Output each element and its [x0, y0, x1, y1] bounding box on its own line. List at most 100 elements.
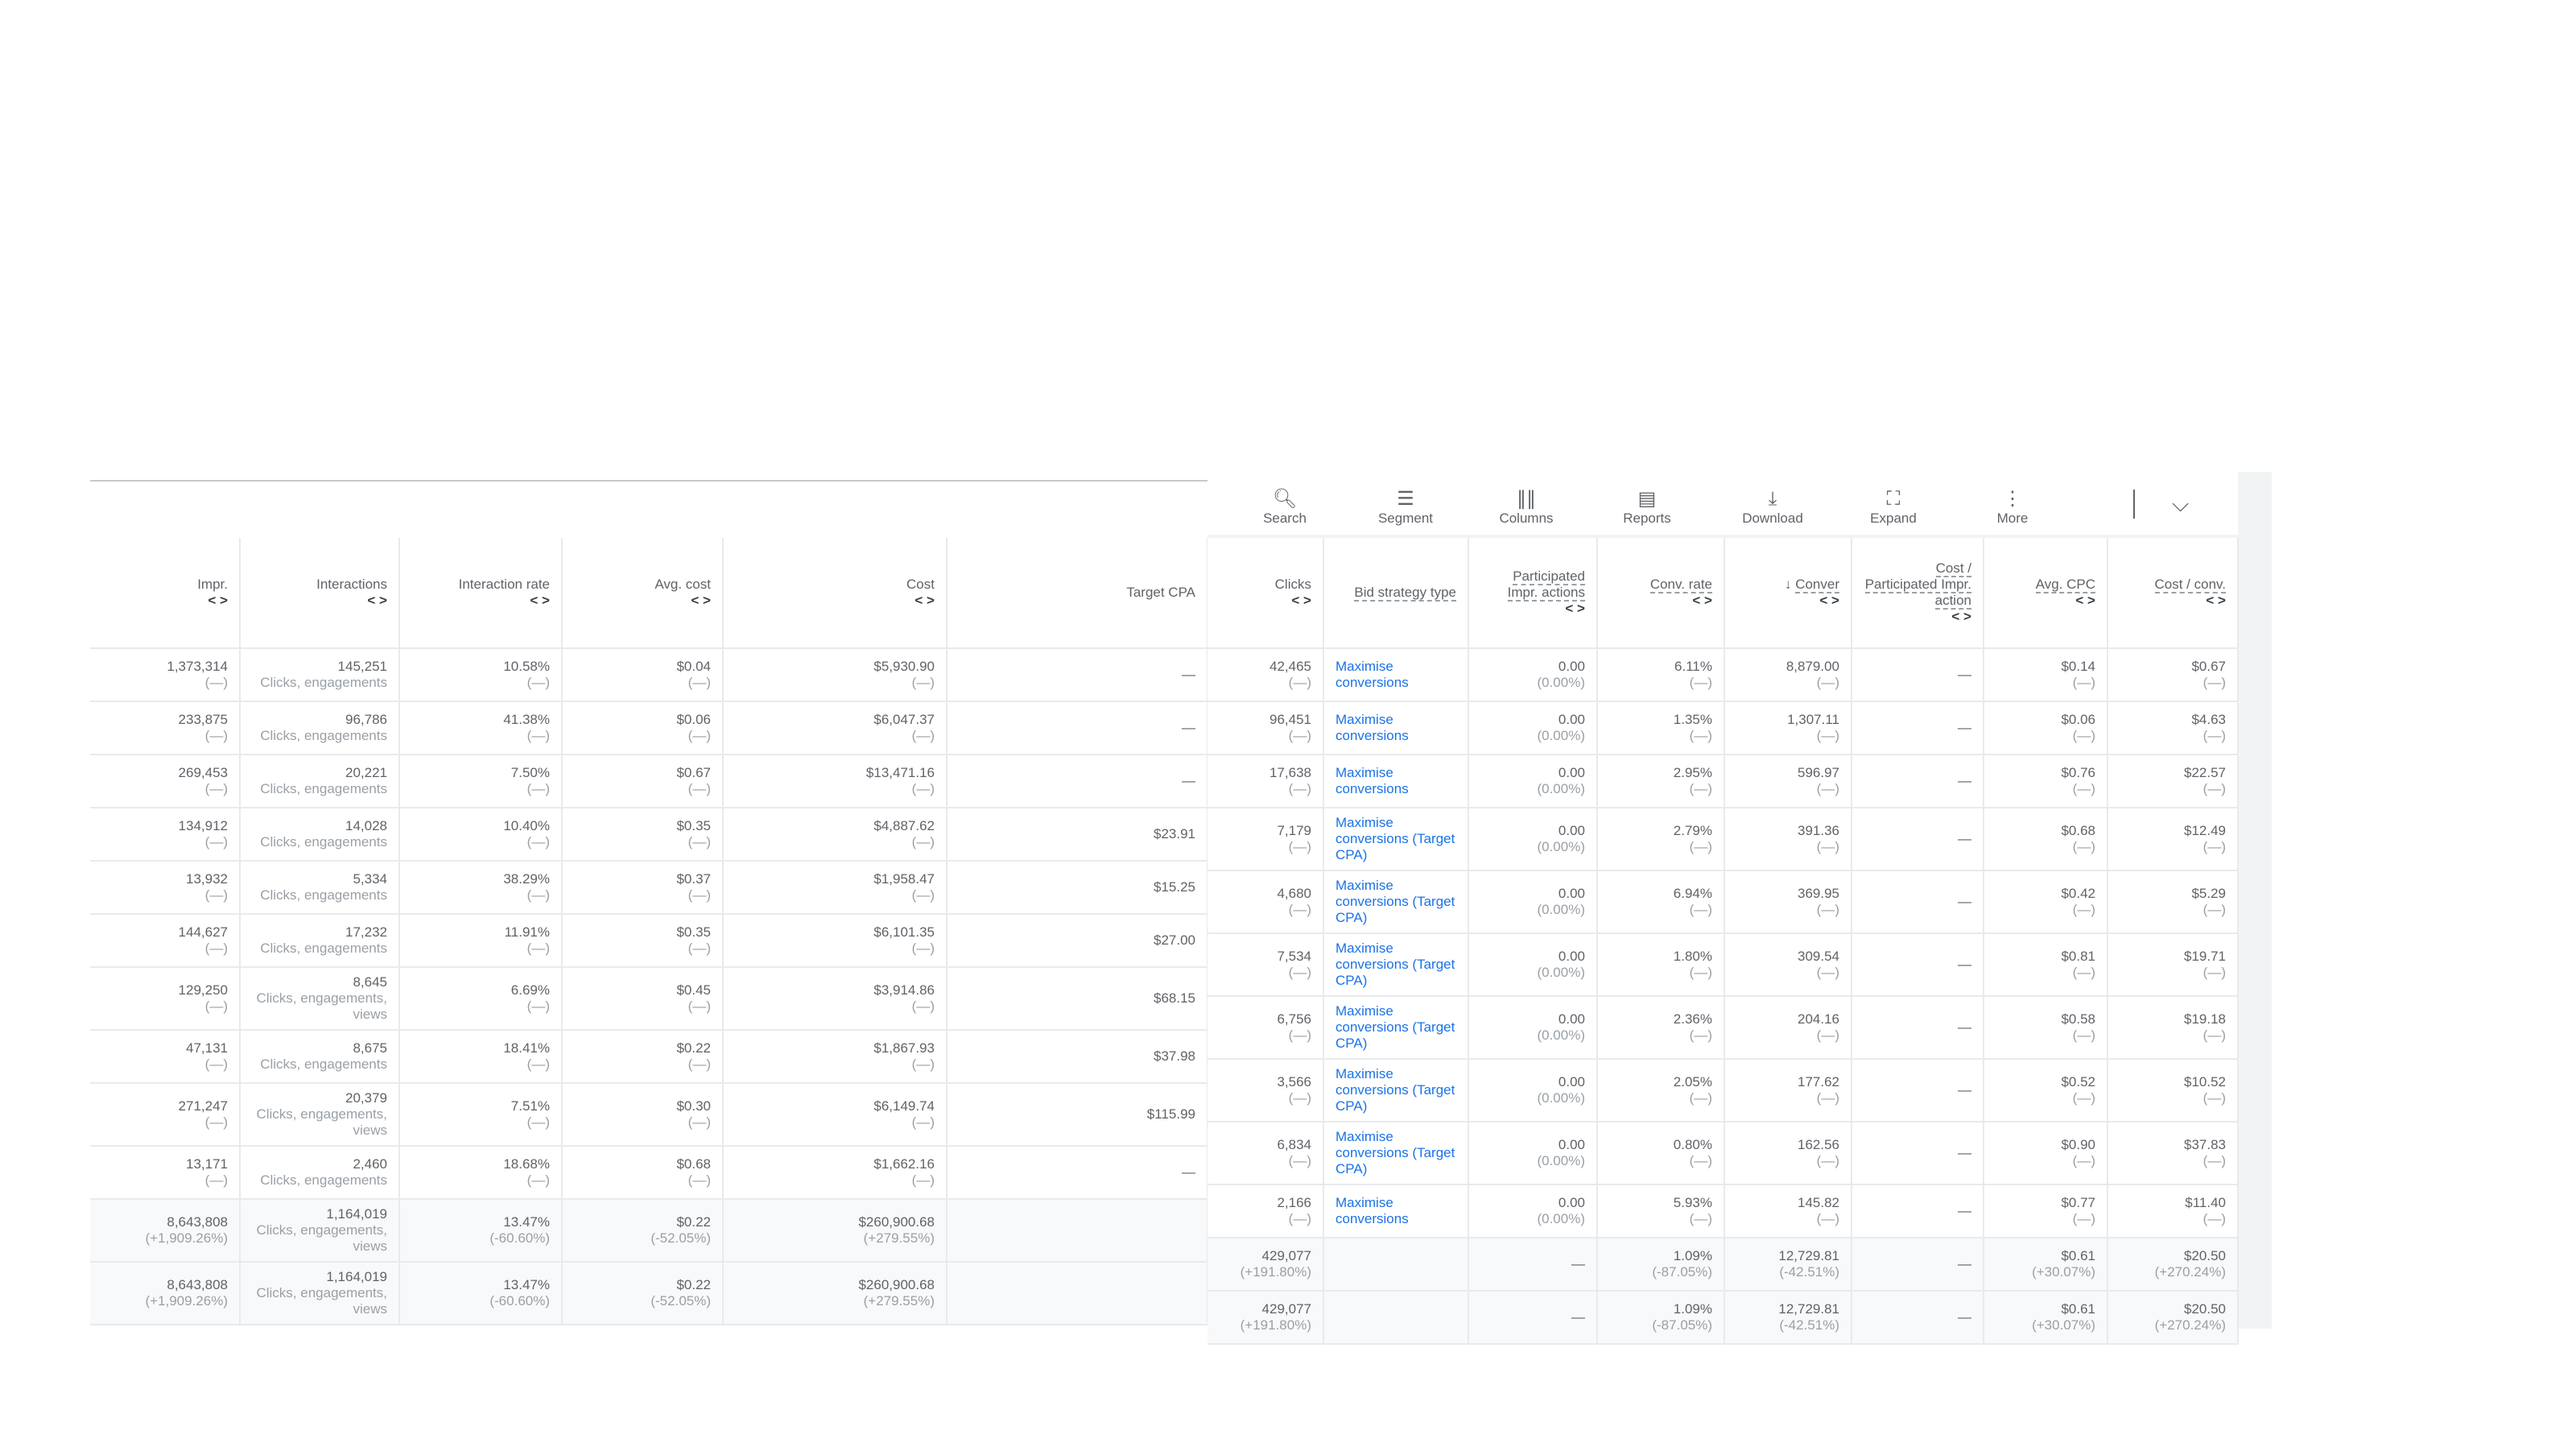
- bid-strategy-link[interactable]: Maximise conversions (Target CPA): [1335, 878, 1455, 925]
- cost-cell-value: $13,471.16: [865, 765, 935, 780]
- target-cpa-cell: $37.98: [947, 1030, 1208, 1084]
- avg-cost-cell-value: $0.37: [676, 871, 711, 887]
- conversions-cell: 1,307.11 (—): [1724, 701, 1852, 755]
- table-row[interactable]: 7,534 (—) Maximise conversions (Target CPA…: [1208, 933, 2239, 997]
- avg-cpc-header[interactable]: Avg. CPC < >: [1984, 538, 2108, 649]
- download-button[interactable]: ⤓ Download: [1736, 488, 1810, 527]
- cost-cell-change: (—): [911, 941, 935, 956]
- table-row[interactable]: 269,453 (—) 20,221 Clicks, engagements 7.50%…: [90, 755, 1208, 808]
- search-button[interactable]: 🔍︎ Search: [1248, 488, 1322, 527]
- clicks-cell: 6,834 (—): [1208, 1122, 1324, 1185]
- total-row[interactable]: 8,643,808 (+1,909.26%) 1,164,019 Clicks, en…: [90, 1262, 1208, 1325]
- bid-strategy-link[interactable]: Maximise conversions: [1335, 765, 1409, 796]
- bid-strategy-type-header[interactable]: Bid strategy type: [1323, 538, 1469, 649]
- avg-cpc-cell-value: $0.77: [2061, 1195, 2095, 1210]
- avg-cpc-cell-change: (+30.07%): [2032, 1317, 2095, 1333]
- impr-cell-value: 47,131: [186, 1040, 228, 1056]
- table-row[interactable]: 96,451 (—) Maximise conversions 0.00 (0.00%)…: [1208, 701, 2239, 755]
- interactions-cell-value: 20,221: [345, 765, 387, 780]
- cost-per-conv-cell: $11.40 (—): [2107, 1185, 2239, 1238]
- table-row[interactable]: 17,638 (—) Maximise conversions 0.00 (0.00%)…: [1208, 755, 2239, 808]
- cost-header[interactable]: Cost < >: [723, 538, 947, 649]
- table-row[interactable]: 13,171 (—) 2,460 Clicks, engagements 18.68%(…: [90, 1146, 1208, 1200]
- table-row[interactable]: 42,465 (—) Maximise conversions 0.00 (0.00%)…: [1208, 648, 2239, 702]
- participated-actions-cell-value: 0.00: [1558, 823, 1585, 838]
- bid-strategy-link[interactable]: Maximise conversions (Target CPA): [1335, 941, 1455, 988]
- interaction-rate-cell-change: (—): [526, 941, 550, 956]
- bid-strategy-link[interactable]: Maximise conversions: [1335, 712, 1409, 743]
- bid-strategy-link[interactable]: Maximise conversions (Target CPA): [1335, 1066, 1455, 1114]
- total-row[interactable]: 8,643,808 (+1,909.26%) 1,164,019 Clicks, en…: [90, 1199, 1208, 1263]
- cost-cell: $6,149.74 (—): [723, 1083, 947, 1147]
- impr-header-label: Impr.: [197, 577, 228, 592]
- impr-header[interactable]: Impr. < >: [90, 538, 241, 649]
- table-row[interactable]: 129,250 (—) 8,645 Clicks, engagements, view…: [90, 967, 1208, 1031]
- conversions-header[interactable]: ↓ Conver < >: [1724, 538, 1852, 649]
- table-row[interactable]: 1,373,314 (—) 145,251 Clicks, engagements 10…: [90, 648, 1208, 702]
- table-row[interactable]: 271,247 (—) 20,379 Clicks, engagements, vie…: [90, 1083, 1208, 1147]
- total-row[interactable]: 429,077 (+191.80%) —1.09% (-87.05%) 12,729.8…: [1208, 1238, 2239, 1292]
- participated-actions-cell: 0.00 (0.00%): [1468, 870, 1598, 934]
- bid-strategy-link[interactable]: Maximise conversions: [1335, 659, 1409, 690]
- bid-strategy-link[interactable]: Maximise conversions: [1335, 1195, 1409, 1226]
- table-row[interactable]: 7,179 (—) Maximise conversions (Target CPA…: [1208, 808, 2239, 871]
- participated-actions-cell-value: 0.00: [1558, 1074, 1585, 1089]
- avg-cost-cell-change: (—): [687, 1172, 711, 1188]
- table-row[interactable]: 2,166 (—) Maximise conversions 0.00 (0.00%) 5…: [1208, 1185, 2239, 1238]
- interactions-cell-change: Clicks, engagements, views: [256, 1222, 387, 1254]
- expand-icon: ⛶: [1886, 488, 1901, 510]
- expand-button[interactable]: ⛶ Expand: [1856, 488, 1930, 527]
- table-row[interactable]: 144,627 (—) 17,232 Clicks, engagements 11.91…: [90, 914, 1208, 968]
- bid-strategy-link[interactable]: Maximise conversions (Target CPA): [1335, 1003, 1455, 1051]
- column-nav-icon: < >: [208, 593, 228, 608]
- reports-button[interactable]: ▤ Reports: [1610, 488, 1684, 527]
- interaction-rate-cell-change: (—): [526, 999, 550, 1014]
- column-nav-icon: < >: [1692, 593, 1712, 608]
- chevron-down-icon[interactable]: ⌵: [2172, 491, 2189, 518]
- avg-cost-cell-value: $0.45: [676, 982, 711, 998]
- clicks-header[interactable]: Clicks < >: [1208, 538, 1324, 649]
- interactions-header[interactable]: Interactions < >: [240, 538, 400, 649]
- interaction-rate-cell-value: 41.38%: [503, 712, 550, 727]
- participated-impr-actions-header[interactable]: Participated Impr. actions < >: [1468, 538, 1598, 649]
- more-button[interactable]: ⋮ More: [1975, 488, 2050, 527]
- cost-per-conv-cell-value: $22.57: [2184, 765, 2226, 780]
- table-row[interactable]: 13,932 (—) 5,334 Clicks, engagements 38.29%(…: [90, 861, 1208, 915]
- interactions-cell: 96,786 Clicks, engagements: [240, 701, 400, 755]
- cost-per-conv-header[interactable]: Cost / conv. < >: [2107, 538, 2239, 649]
- cost-per-participated-cell: —: [1852, 870, 1984, 934]
- interaction-rate-cell: 7.51% (—): [399, 1083, 563, 1147]
- table-row[interactable]: 134,912 (—) 14,028 Clicks, engagements 10.40…: [90, 808, 1208, 862]
- avg-cost-cell: $0.68 (—): [562, 1146, 724, 1200]
- clicks-cell-change: (—): [1288, 1027, 1311, 1043]
- table-row[interactable]: 233,875 (—) 96,786 Clicks, engagements 41.38…: [90, 701, 1208, 755]
- table-toolbar: 🔍︎ Search ☰ Segment ∥∥ Columns ▤ Reports…: [1208, 472, 2238, 535]
- cost-per-conv-cell-value: $0.67: [2191, 659, 2226, 674]
- avg-cost-cell: $0.37 (—): [562, 861, 724, 915]
- bid-strategy-link[interactable]: Maximise conversions (Target CPA): [1335, 815, 1455, 862]
- impr-cell-change: (—): [204, 887, 228, 903]
- conv-rate-header[interactable]: Conv. rate < >: [1597, 538, 1725, 649]
- impr-cell-value: 134,912: [178, 818, 228, 833]
- avg-cpc-cell-change: (—): [2072, 965, 2095, 980]
- cost-cell-change: (+279.55%): [863, 1230, 935, 1246]
- participated-impr-actions-header-label: Participated Impr. actions: [1507, 569, 1585, 602]
- columns-button[interactable]: ∥∥ Columns: [1489, 488, 1563, 527]
- conv-rate-cell-change: (—): [1689, 1211, 1712, 1226]
- table-row[interactable]: 4,680 (—) Maximise conversions (Target CPA…: [1208, 870, 2239, 934]
- cost-per-participated-action-header[interactable]: Cost / Participated Impr. action < >: [1852, 538, 1984, 649]
- table-row[interactable]: 6,756 (—) Maximise conversions (Target CPA…: [1208, 996, 2239, 1060]
- bid-strategy-cell: Maximise conversions: [1323, 701, 1469, 755]
- conversions-cell-change: (—): [1816, 965, 1839, 980]
- clicks-cell-value: 96,451: [1269, 712, 1311, 727]
- bid-strategy-link[interactable]: Maximise conversions (Target CPA): [1335, 1129, 1455, 1176]
- left-table-body: 1,373,314 (—) 145,251 Clicks, engagements 10…: [90, 648, 1208, 1325]
- target-cpa-header[interactable]: Target CPA: [947, 538, 1208, 649]
- interaction-rate-header[interactable]: Interaction rate < >: [399, 538, 563, 649]
- avg-cost-header[interactable]: Avg. cost < >: [562, 538, 724, 649]
- total-row[interactable]: 429,077 (+191.80%) —1.09% (-87.05%) 12,729.8…: [1208, 1291, 2239, 1345]
- table-row[interactable]: 6,834 (—) Maximise conversions (Target CPA…: [1208, 1122, 2239, 1185]
- segment-button[interactable]: ☰ Segment: [1368, 488, 1443, 527]
- table-row[interactable]: 47,131 (—) 8,675 Clicks, engagements 18.41%(…: [90, 1030, 1208, 1084]
- table-row[interactable]: 3,566 (—) Maximise conversions (Target CPA…: [1208, 1059, 2239, 1123]
